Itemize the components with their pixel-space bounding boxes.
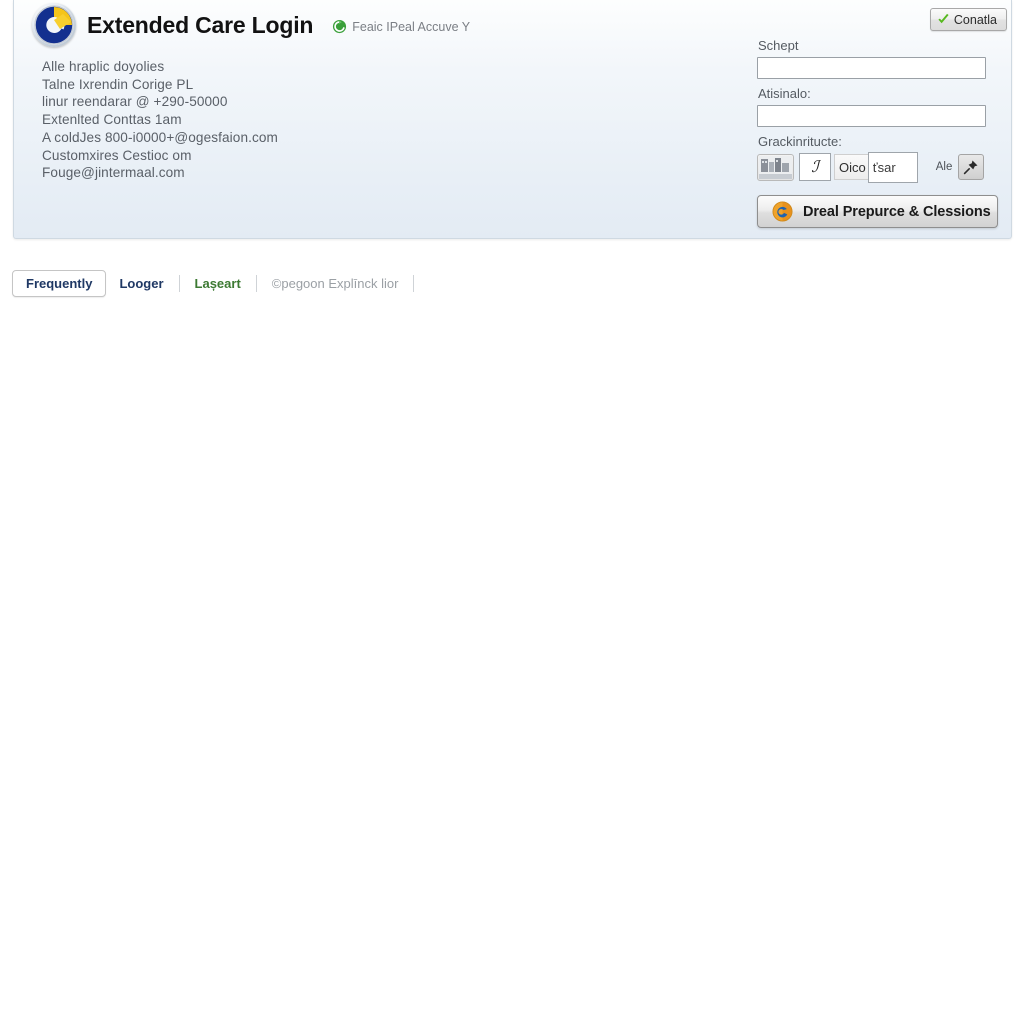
- tab-separator: [413, 275, 415, 292]
- login-form: Conatla Schept Atisinalo: Grackinritucte…: [757, 8, 1007, 228]
- pin-icon[interactable]: [958, 154, 985, 180]
- primary-action-button[interactable]: Dreal Prepurce & Clessions: [757, 195, 998, 228]
- contact-info-block: Alle hraplic doyolies Talne Ixrendin Cor…: [42, 58, 462, 182]
- tab-separator: [178, 275, 180, 292]
- tab-bar: Frequently Looger Lașeart ©pegoon Explīn…: [12, 270, 416, 297]
- captcha-input[interactable]: [867, 151, 918, 183]
- info-line: A coldJes 800-i0000+@ogesfaion.com: [42, 129, 278, 145]
- field-one-input[interactable]: [757, 57, 986, 79]
- main-panel: Extended Care Login Feaic IPeal Accuve Y…: [13, 0, 1012, 239]
- info-line: linur reendarar @ +290-50000: [42, 94, 228, 110]
- green-refresh-icon: [333, 19, 347, 34]
- info-line: Fouge@jintermaal.com: [42, 165, 185, 181]
- confirm-button-label: Conatla: [953, 12, 997, 27]
- confirm-button[interactable]: Conatla: [929, 8, 1007, 31]
- tab-separator: [255, 275, 257, 292]
- captcha-aux-label: Ale: [935, 161, 953, 173]
- confirm-row: Conatla: [757, 8, 1007, 31]
- captcha-glyph: ℐ: [799, 153, 831, 181]
- tab-pegoon-explinck[interactable]: ©pegoon Explīnck lior: [259, 270, 412, 297]
- captcha-row: ℐ Oico Ale: [757, 151, 1007, 183]
- captcha-word-chip: Oico: [834, 154, 871, 180]
- tab-laseart[interactable]: Lașeart: [182, 270, 254, 297]
- primary-action-button-label: Dreal Prepurce & Clessions: [803, 203, 991, 220]
- page-title: Extended Care Login: [87, 11, 314, 38]
- captcha-image-icon[interactable]: [757, 153, 794, 181]
- status-badge-label: Feaic IPeal Accuve Y: [352, 19, 471, 34]
- green-check-icon: [938, 13, 949, 24]
- info-line: Alle hraplic doyolies: [42, 59, 165, 74]
- captcha-label: Grackinritucte:: [758, 134, 842, 149]
- field-one-label: Schept: [758, 38, 799, 53]
- status-badge: Feaic IPeal Accuve Y: [332, 19, 470, 34]
- panel-header: Extended Care Login Feaic IPeal Accuve Y: [32, 3, 470, 47]
- info-line: Extenlted Conttas 1am: [42, 112, 182, 128]
- info-line: Talne Ixrendin Corige PL: [42, 76, 194, 92]
- circular-c-emblem-logo: [32, 3, 76, 47]
- tab-frequently[interactable]: Frequently: [12, 270, 107, 297]
- field-two-input[interactable]: [757, 105, 986, 127]
- browser-globe-icon: [772, 201, 793, 222]
- field-two-label: Atisinalo:: [758, 86, 811, 101]
- tab-looger[interactable]: Looger: [106, 270, 176, 297]
- info-line: Customxires Cestioc om: [42, 147, 192, 163]
